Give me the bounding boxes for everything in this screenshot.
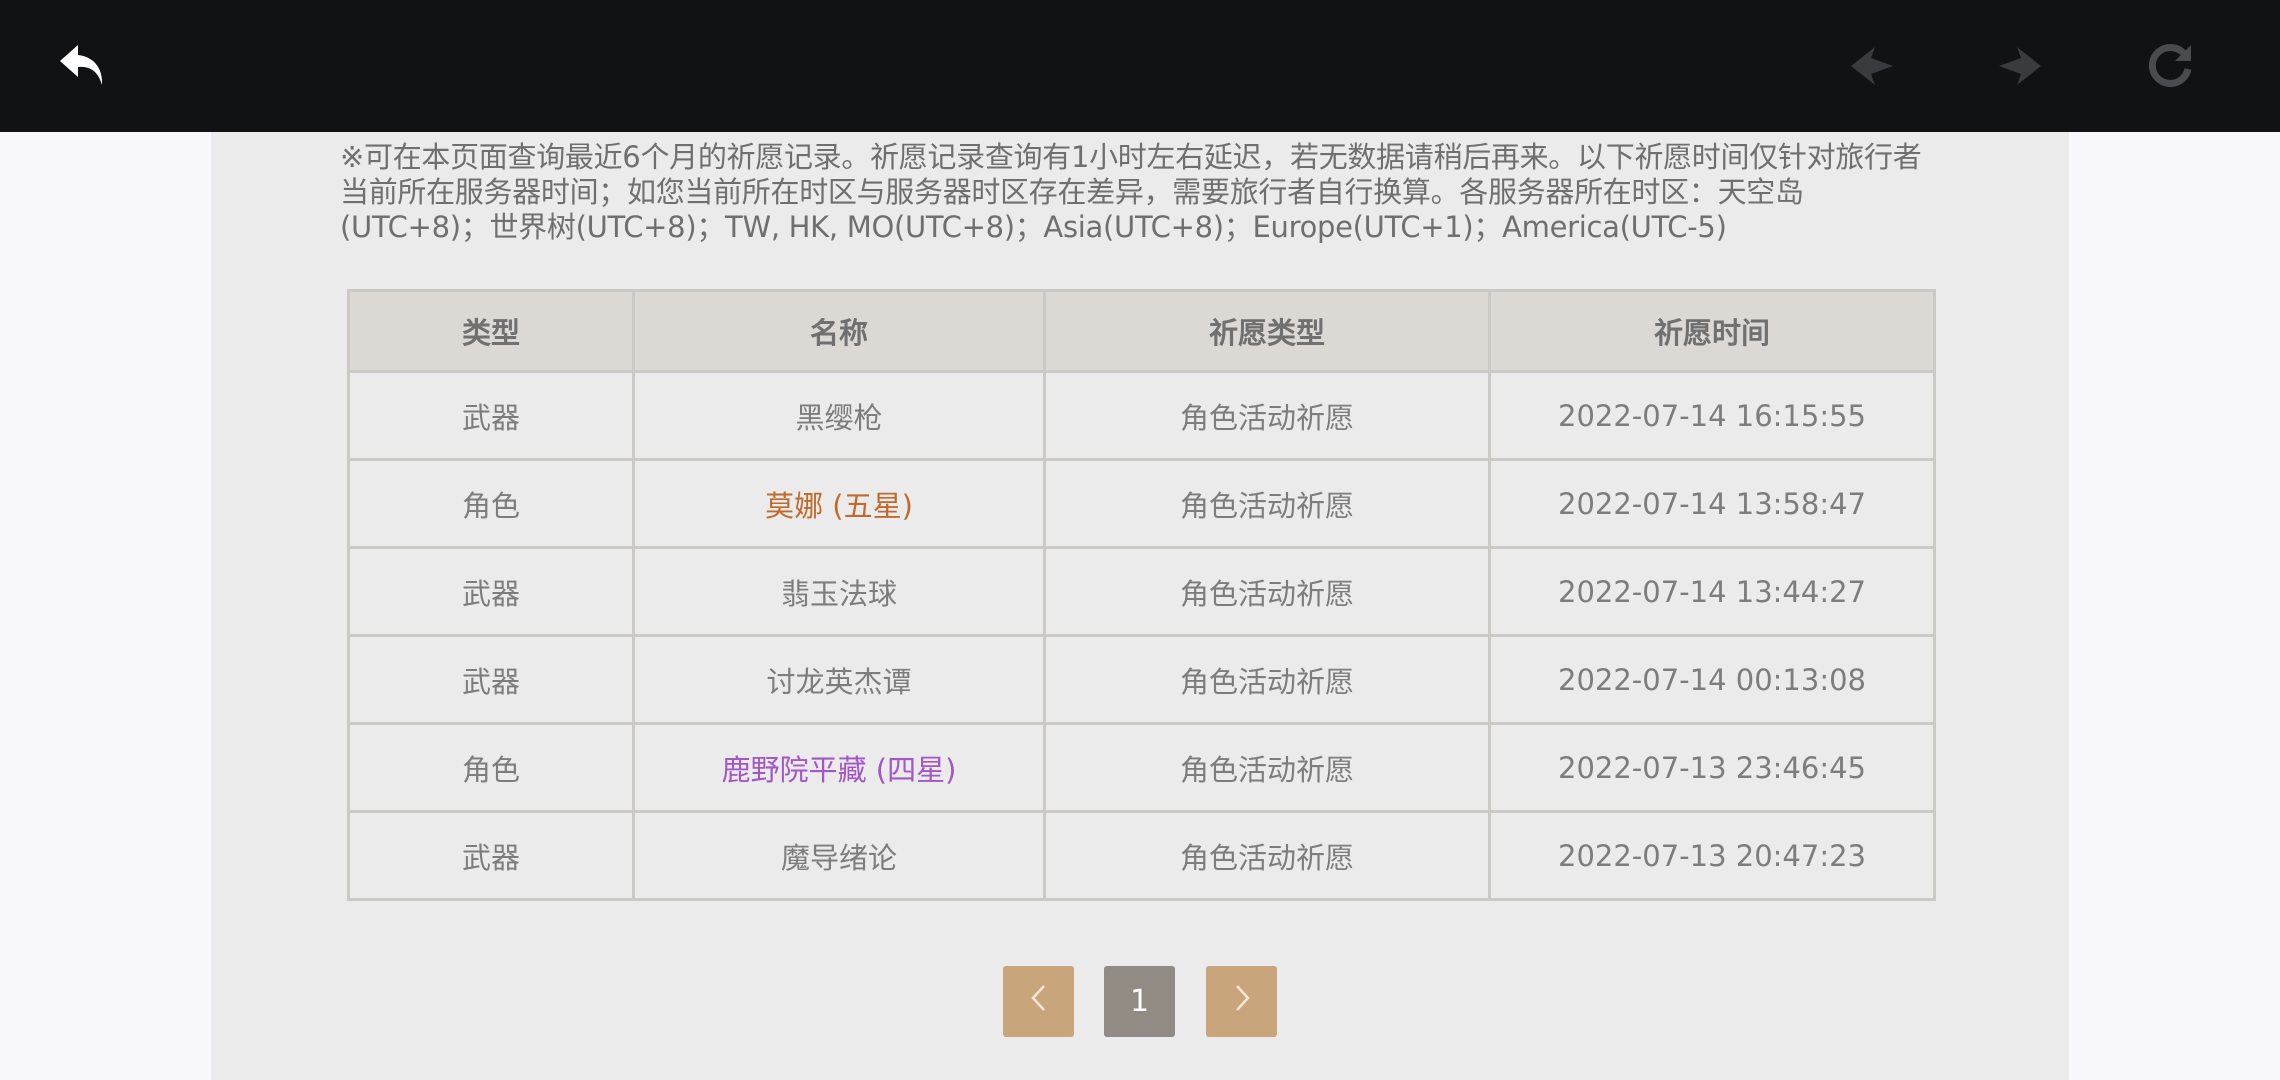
header-type: 类型 (347, 289, 635, 373)
table-row: 角色 莫娜 (五星) 角色活动祈愿 2022-07-14 13:58:47 (347, 458, 1936, 549)
cell-wish-type: 角色活动祈愿 (1043, 546, 1491, 637)
prev-diamond-icon (1847, 41, 1897, 91)
back-arrow-icon (56, 41, 110, 91)
next-page-button[interactable] (1206, 966, 1277, 1037)
forward-button[interactable] (1990, 36, 2050, 96)
table-row: 武器 魔导绪论 角色活动祈愿 2022-07-13 20:47:23 (347, 810, 1936, 901)
cell-wish-type: 角色活动祈愿 (1043, 810, 1491, 901)
table-row: 武器 讨龙英杰谭 角色活动祈愿 2022-07-14 00:13:08 (347, 634, 1936, 725)
cell-type: 角色 (347, 458, 635, 549)
cell-time: 2022-07-14 16:15:55 (1488, 370, 1936, 461)
cell-time: 2022-07-14 13:44:27 (1488, 546, 1936, 637)
notice-text: ※可在本页面查询最近6个月的祈愿记录。祈愿记录查询有1小时左右延迟，若无数据请稍… (340, 140, 1922, 244)
back-button[interactable] (53, 36, 113, 96)
chevron-right-icon (1230, 983, 1254, 1021)
cell-time: 2022-07-14 13:58:47 (1488, 458, 1936, 549)
refresh-button[interactable] (2140, 36, 2200, 96)
page-number: 1 (1129, 984, 1150, 1019)
cell-name: 黑缨枪 (632, 370, 1046, 461)
header-name: 名称 (632, 289, 1046, 373)
cell-time: 2022-07-14 00:13:08 (1488, 634, 1936, 725)
cell-time: 2022-07-13 20:47:23 (1488, 810, 1936, 901)
cell-wish-type: 角色活动祈愿 (1043, 722, 1491, 813)
cell-name: 莫娜 (五星) (632, 458, 1046, 549)
page-number-button[interactable]: 1 (1104, 966, 1175, 1037)
next-diamond-icon (1995, 41, 2045, 91)
table-row: 武器 黑缨枪 角色活动祈愿 2022-07-14 16:15:55 (347, 370, 1936, 461)
cell-name: 翡玉法球 (632, 546, 1046, 637)
cell-time: 2022-07-13 23:46:45 (1488, 722, 1936, 813)
cell-wish-type: 角色活动祈愿 (1043, 370, 1491, 461)
refresh-icon (2145, 41, 2195, 91)
table-row: 角色 鹿野院平藏 (四星) 角色活动祈愿 2022-07-13 23:46:45 (347, 722, 1936, 813)
chevron-left-icon (1027, 983, 1051, 1021)
top-bar (0, 0, 2280, 132)
cell-type: 武器 (347, 634, 635, 725)
header-wish-type: 祈愿类型 (1043, 289, 1491, 373)
prev-button[interactable] (1842, 36, 1902, 96)
cell-type: 武器 (347, 810, 635, 901)
cell-name: 魔导绪论 (632, 810, 1046, 901)
cell-name: 鹿野院平藏 (四星) (632, 722, 1046, 813)
cell-type: 武器 (347, 370, 635, 461)
header-wish-time: 祈愿时间 (1488, 289, 1936, 373)
prev-page-button[interactable] (1003, 966, 1074, 1037)
cell-wish-type: 角色活动祈愿 (1043, 634, 1491, 725)
table-header-row: 类型 名称 祈愿类型 祈愿时间 (347, 289, 1936, 373)
cell-name: 讨龙英杰谭 (632, 634, 1046, 725)
cell-type: 武器 (347, 546, 635, 637)
cell-type: 角色 (347, 722, 635, 813)
table-row: 武器 翡玉法球 角色活动祈愿 2022-07-14 13:44:27 (347, 546, 1936, 637)
cell-wish-type: 角色活动祈愿 (1043, 458, 1491, 549)
wish-records-table: 类型 名称 祈愿类型 祈愿时间 武器 黑缨枪 角色活动祈愿 2022-07-14… (347, 289, 1936, 901)
